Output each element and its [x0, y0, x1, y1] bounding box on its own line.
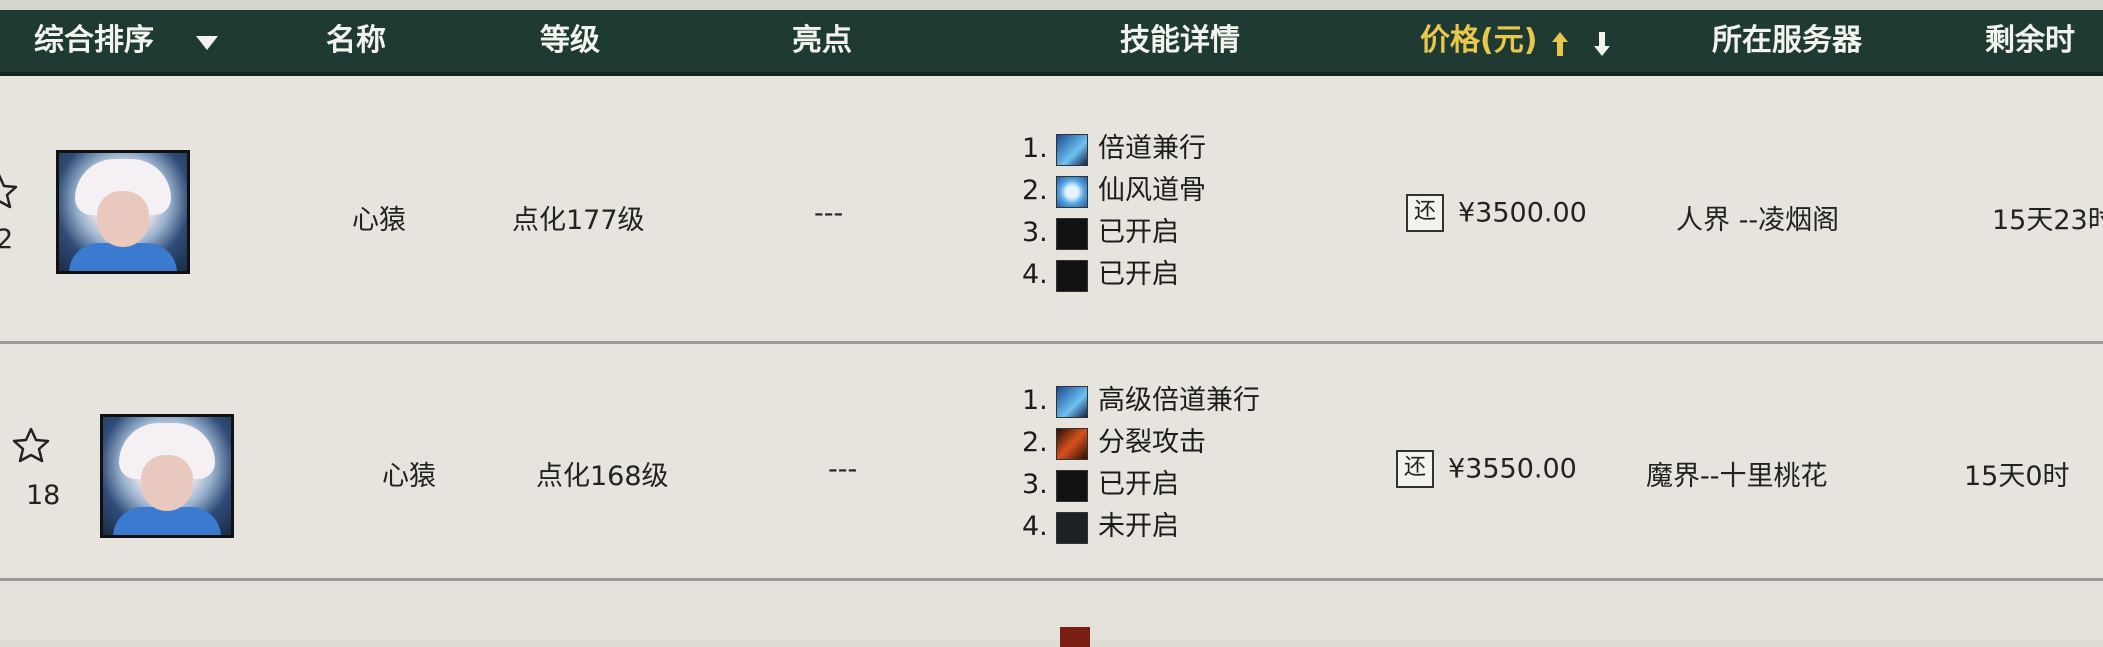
- table-row[interactable]: 18 心猿 点化168级 --- 1. 高级倍道兼行 2. 分裂攻击 3. 已开启 4…: [0, 344, 2103, 581]
- fire-skill-icon: [1056, 427, 1088, 460]
- remaining-time: 15天23时: [1992, 205, 2103, 236]
- column-level: 等级: [540, 23, 600, 58]
- price-sort-header[interactable]: 价格(元): [1420, 10, 1537, 72]
- price-value: ¥3500.00: [1458, 197, 1587, 229]
- chevron-down-icon[interactable]: [196, 36, 218, 50]
- skill-item[interactable]: 1. 倍道兼行: [1022, 128, 1206, 170]
- skill-item[interactable]: 3. 已开启: [1022, 212, 1206, 254]
- table-header: 综合排序 名称 等级 亮点 技能详情 价格(元) 所在服务器 剩余时: [0, 10, 2103, 76]
- blue-skill-icon: [1056, 385, 1088, 418]
- column-skills: 技能详情: [1120, 23, 1240, 58]
- character-avatar[interactable]: [56, 150, 190, 274]
- server-name: 魔界--十里桃花: [1646, 461, 1828, 492]
- dark-skill-icon: [1056, 469, 1088, 502]
- top-strip: [0, 0, 2103, 10]
- server-name: 人界 --凌烟阁: [1676, 205, 1840, 236]
- price-cell: 还 ¥3550.00: [1396, 450, 1577, 488]
- item-level: 点化168级: [536, 461, 669, 492]
- favorite-count: 2: [0, 224, 14, 255]
- column-remaining: 剩余时: [1985, 23, 2075, 58]
- sort-dropdown[interactable]: 综合排序: [34, 10, 154, 72]
- item-level: 点化177级: [512, 205, 645, 236]
- favorite-star-icon[interactable]: [0, 172, 18, 210]
- item-highlight: ---: [814, 198, 844, 229]
- skill-item[interactable]: 3. 已开启: [1022, 464, 1260, 506]
- item-name[interactable]: 心猿: [382, 454, 436, 493]
- sort-label: 综合排序: [34, 23, 154, 58]
- item-name[interactable]: 心猿: [352, 198, 406, 237]
- skill-list: 1. 高级倍道兼行 2. 分裂攻击 3. 已开启 4. 未开启: [1022, 380, 1260, 548]
- sort-ascending-icon[interactable]: [1552, 32, 1568, 56]
- dark-skill-icon: [1056, 217, 1088, 250]
- favorite-star-icon[interactable]: [12, 426, 50, 464]
- skill-item[interactable]: 2. 仙风道骨: [1022, 170, 1206, 212]
- column-highlight: 亮点: [792, 23, 852, 58]
- table-row[interactable]: 2 心猿 点化177级 --- 1. 倍道兼行 2. 仙风道骨 3. 已开启 4. 已开…: [0, 76, 2103, 344]
- item-highlight: ---: [828, 454, 858, 485]
- skill-item[interactable]: 4. 已开启: [1022, 254, 1206, 296]
- column-name: 名称: [326, 23, 386, 58]
- dark-skill-icon: [1056, 259, 1088, 292]
- skill-list: 1. 倍道兼行 2. 仙风道骨 3. 已开启 4. 已开启: [1022, 128, 1206, 296]
- skill-item[interactable]: 4. 未开启: [1022, 506, 1260, 548]
- blue-orb-skill-icon: [1056, 175, 1088, 208]
- favorite-count: 18: [26, 480, 61, 511]
- skill-icon-partial: [1060, 627, 1090, 647]
- sort-descending-icon[interactable]: [1594, 32, 1610, 56]
- character-avatar[interactable]: [100, 414, 234, 538]
- price-cell: 还 ¥3500.00: [1406, 194, 1587, 232]
- column-server: 所在服务器: [1712, 23, 1862, 58]
- blue-skill-icon: [1056, 133, 1088, 166]
- table-row[interactable]: [0, 581, 2103, 647]
- skill-item[interactable]: 1. 高级倍道兼行: [1022, 380, 1260, 422]
- skill-item[interactable]: 2. 分裂攻击: [1022, 422, 1260, 464]
- return-badge: 还: [1406, 194, 1444, 232]
- price-value: ¥3550.00: [1448, 453, 1577, 485]
- dark-skill-icon: [1056, 511, 1088, 544]
- remaining-time: 15天0时: [1964, 461, 2070, 492]
- return-badge: 还: [1396, 450, 1434, 488]
